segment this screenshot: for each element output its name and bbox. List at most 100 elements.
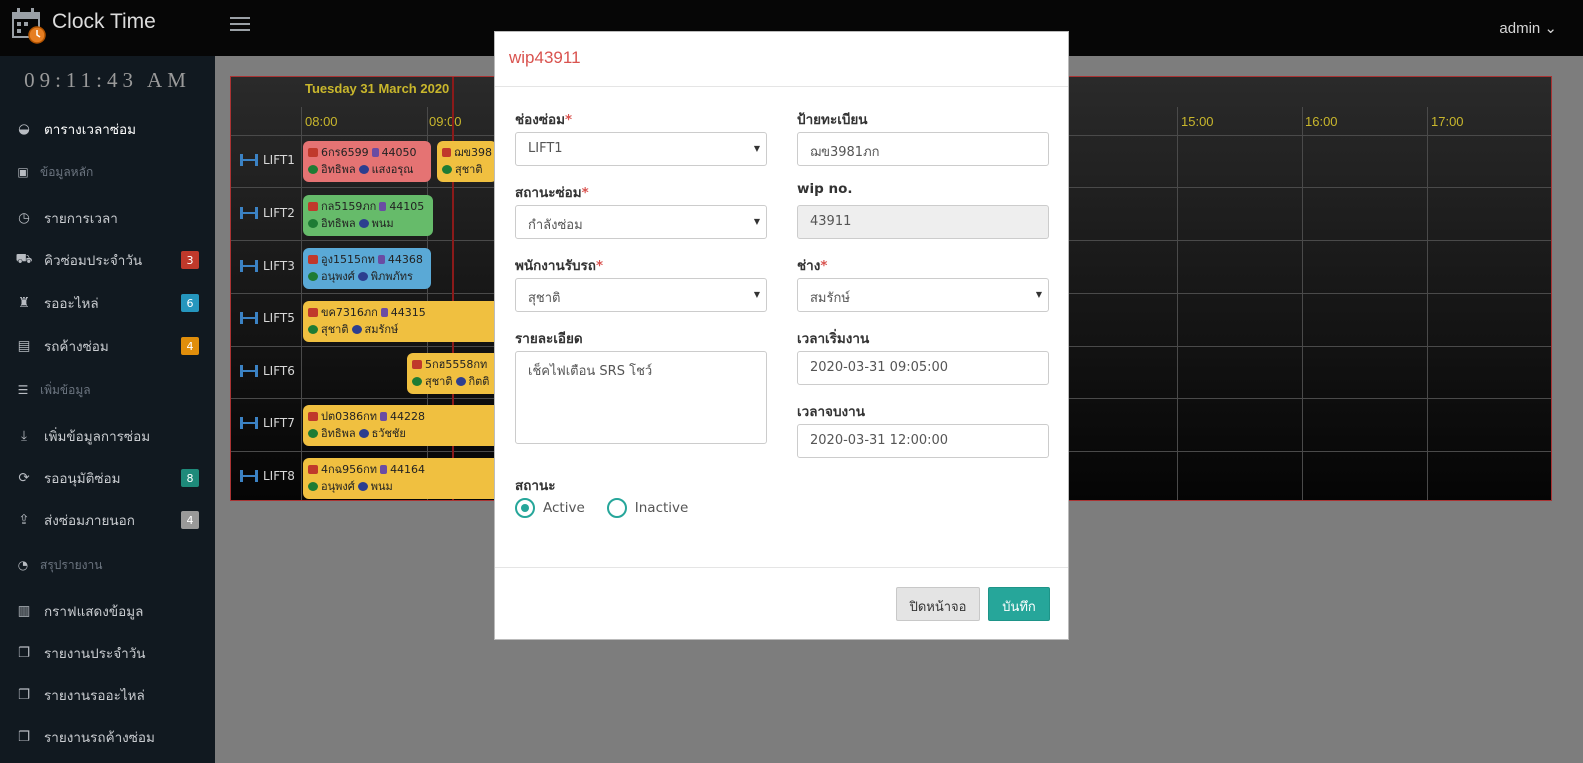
- car-icon: [308, 465, 318, 474]
- count-badge: 3: [181, 251, 199, 269]
- sidebar-item[interactable]: ⛟ คิวซ่อมประจำวัน 3: [0, 245, 215, 275]
- receiver-select[interactable]: สุชาติ: [515, 278, 767, 312]
- count-badge: 4: [181, 511, 199, 529]
- sidebar-item[interactable]: ⤓ เพิ่มข้อมูลการซ่อม: [0, 421, 215, 451]
- document-icon: [380, 465, 388, 474]
- job-card[interactable]: ปต0386กท 44228 อิทธิพล ธวัชชัย: [303, 405, 503, 446]
- user-icon: [308, 219, 318, 228]
- job-plate: 4กฉ956กท: [321, 463, 378, 476]
- technician-select[interactable]: สมรักษ์: [797, 278, 1049, 312]
- lift-label: LIFT3: [239, 256, 303, 276]
- sidebar-item-label: คิวซ่อมประจำวัน: [44, 253, 143, 269]
- lift-name: LIFT1: [263, 153, 295, 167]
- user-icon: [442, 165, 452, 174]
- job-technician: ธวัชชัย: [371, 427, 406, 440]
- job-card[interactable]: อูง1515กท 44368 อนุพงศ์ พิภพภัทร: [303, 248, 431, 289]
- close-button[interactable]: ปิดหน้าจอ: [896, 587, 980, 621]
- grid-column-line: [1177, 107, 1178, 500]
- modal-header: wip43911: [495, 32, 1068, 87]
- job-plate: ขค7316ภก: [321, 306, 378, 319]
- job-card[interactable]: 6กร6599 44050 อิทธิพล แสงอรุณ: [303, 141, 431, 182]
- user-icon: [308, 165, 318, 174]
- files-icon: ❐: [17, 687, 31, 703]
- car-icon: [442, 148, 452, 157]
- sidebar-item-label: เพิ่มข้อมูล: [40, 382, 91, 397]
- user-menu[interactable]: admin ⌄: [1499, 19, 1557, 37]
- stamp-icon: ♜: [17, 295, 31, 311]
- detail-textarea[interactable]: เช็คไฟเตือน SRS โชว์: [515, 351, 767, 444]
- end-time-label: เวลาจบงาน: [797, 404, 865, 420]
- technician-label: ช่าง*: [797, 258, 828, 274]
- technician-icon: [358, 429, 369, 438]
- sidebar-item-label: รายงานประจำวัน: [44, 646, 146, 662]
- schedule-date: Tuesday 31 March 2020: [305, 81, 450, 96]
- inactive-radio[interactable]: [606, 498, 627, 518]
- document-icon: [377, 255, 385, 264]
- plate-label: ป้ายทะเบียน: [797, 112, 868, 128]
- sidebar-item[interactable]: ⟳ รออนุมัติซ่อม 8: [0, 463, 215, 493]
- sidebar-item[interactable]: ❐ รายงานรถค้างซ่อม: [0, 722, 215, 752]
- job-receiver: สุชาติ: [425, 375, 453, 388]
- job-plate: 6กร6599: [321, 146, 369, 159]
- refresh-icon: ⟳: [18, 470, 30, 486]
- lift-label: LIFT1: [239, 150, 303, 170]
- grid-column-line: [1302, 107, 1303, 500]
- sidebar-item[interactable]: ▥ กราฟแสดงข้อมูล: [0, 596, 215, 626]
- job-card[interactable]: ขค7316ภก 44315 สุชาติ สมรักษ์: [303, 301, 503, 342]
- end-time-input[interactable]: 2020-03-31 12:00:00: [797, 424, 1049, 458]
- lift-name: LIFT6: [263, 364, 295, 378]
- lift-label: LIFT8: [239, 466, 303, 486]
- menu-toggle-icon[interactable]: [230, 17, 250, 37]
- sidebar-item[interactable]: ▤ รถค้างซ่อม 4: [0, 331, 215, 361]
- document-icon: [380, 308, 388, 317]
- clipboard-icon: ▤: [17, 338, 31, 354]
- modal-title: wip43911: [509, 48, 581, 67]
- lift-name: LIFT3: [263, 259, 295, 273]
- share-icon: ⇪: [18, 512, 30, 528]
- job-card[interactable]: 5กฮ5558กท สุชาติ กิตติ: [407, 353, 507, 394]
- sidebar-item[interactable]: ❐ รายงานรออะไหล่: [0, 680, 215, 710]
- job-wip: 44228: [390, 410, 426, 423]
- brand[interactable]: Clock Time: [12, 6, 202, 46]
- sidebar-item[interactable]: ❐ รายงานประจำวัน: [0, 638, 215, 668]
- bar-chart-icon: ▥: [17, 603, 31, 619]
- download-icon: ⤓: [21, 428, 27, 444]
- sidebar-item-label: ตารางเวลาซ่อม: [44, 122, 136, 138]
- plate-input[interactable]: ฌข3981ภก: [797, 132, 1049, 166]
- sidebar-item[interactable]: ◒ ตารางเวลาซ่อม: [0, 114, 215, 144]
- receiver-label: พนักงานรับรถ*: [515, 258, 604, 274]
- car-icon: [308, 412, 318, 421]
- technician-icon: [351, 325, 362, 334]
- job-card[interactable]: กล5159ภก 44105 อิทธิพล พนม: [303, 195, 433, 236]
- job-card[interactable]: 4กฉ956กท 44164 อนุพงศ์ พนม: [303, 458, 503, 499]
- active-radio-label: Active: [543, 500, 585, 516]
- user-icon: [308, 272, 318, 281]
- sidebar-item-label: รายการเวลา: [44, 211, 118, 227]
- job-wip: 44368: [387, 253, 423, 266]
- status-select[interactable]: กำลังซ่อม: [515, 205, 767, 239]
- sidebar-section-header: ◔ สรุปรายงาน: [0, 550, 215, 580]
- job-receiver: อิทธิพล: [321, 163, 356, 176]
- job-receiver: อนุพงศ์: [321, 270, 355, 283]
- car-icon: [308, 255, 318, 264]
- sidebar-section-header: ☰ เพิ่มข้อมูล: [0, 375, 215, 405]
- clock-display: 09:11:43 AM: [24, 68, 191, 92]
- job-wip: 44164: [390, 463, 426, 476]
- save-button[interactable]: บันทึก: [988, 587, 1050, 621]
- active-radio[interactable]: [515, 498, 535, 518]
- sidebar-item[interactable]: ♜ รออะไหล่ 6: [0, 288, 215, 318]
- start-time-input[interactable]: 2020-03-31 09:05:00: [797, 351, 1049, 385]
- job-receiver: อิทธิพล: [321, 427, 356, 440]
- lift-name: LIFT7: [263, 416, 295, 430]
- job-receiver: อิทธิพล: [321, 217, 356, 230]
- bay-select[interactable]: LIFT1: [515, 132, 767, 166]
- sidebar-item[interactable]: ⇪ ส่งซ่อมภายนอก 4: [0, 505, 215, 535]
- sidebar-item[interactable]: ◷ รายการเวลา: [0, 203, 215, 233]
- lift-icon: [240, 260, 258, 272]
- tachometer-icon: ◒: [18, 121, 30, 137]
- job-card[interactable]: ฌข398 สุชาติ: [437, 141, 497, 182]
- lift-label: LIFT2: [239, 203, 303, 223]
- job-technician: กิตติ: [468, 375, 490, 388]
- hour-label: 09:00: [429, 114, 462, 129]
- sidebar-item-label: สรุปรายงาน: [40, 557, 103, 572]
